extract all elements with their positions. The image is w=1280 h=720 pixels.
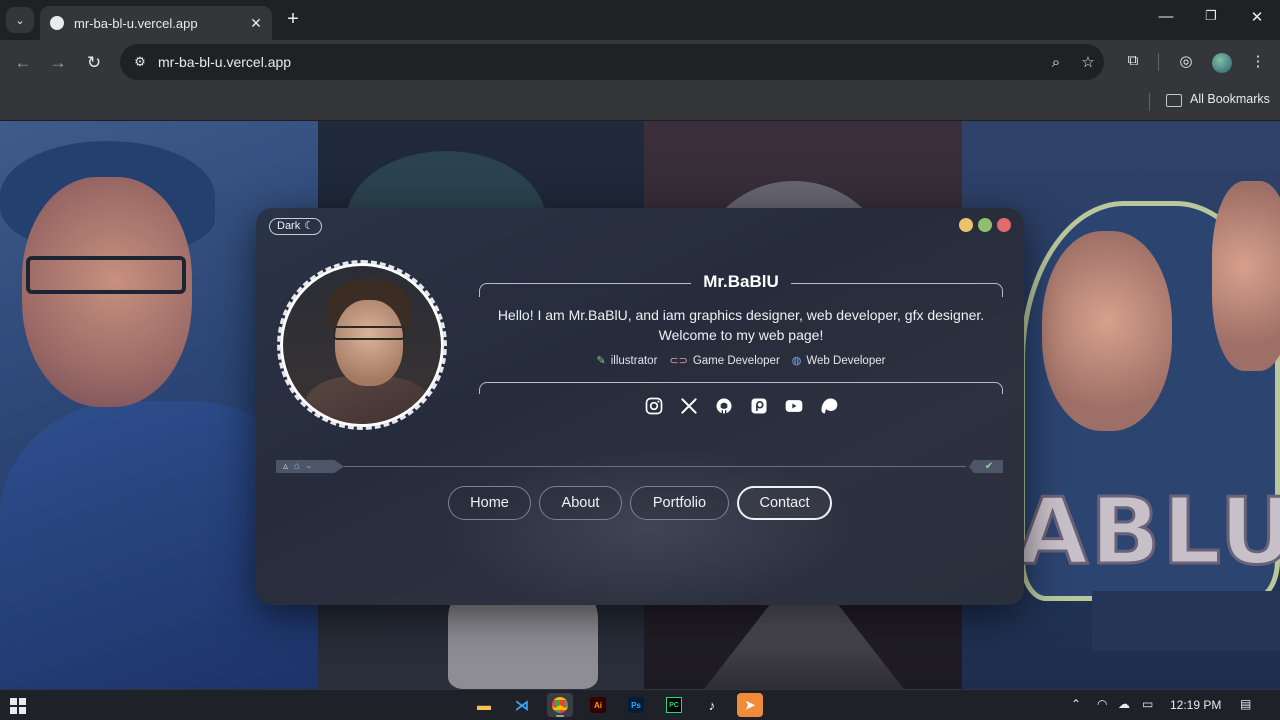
extensions-icon[interactable]: ⧉ bbox=[1121, 52, 1145, 69]
telegram-icon[interactable]: ➤ bbox=[737, 693, 763, 717]
x-icon[interactable] bbox=[679, 396, 699, 416]
chrome-icon[interactable] bbox=[547, 693, 573, 717]
window-dot-green bbox=[978, 218, 992, 232]
terminal-prompt-bar: ▵ ⌂ ~ ✔ bbox=[276, 460, 1003, 473]
home-icon: ⌂ bbox=[294, 461, 301, 472]
tab-title: mr-ba-bl-u.vercel.app bbox=[74, 15, 198, 31]
moon-icon: ☾ bbox=[304, 220, 315, 232]
performance-icon[interactable]: ◎ bbox=[1174, 52, 1198, 70]
window-dot-yellow bbox=[959, 218, 973, 232]
close-tab-icon[interactable]: ✕ bbox=[244, 15, 268, 32]
windows-start-icon[interactable] bbox=[10, 698, 26, 714]
nav-contact-button[interactable]: Contact bbox=[737, 486, 832, 520]
notifications-icon[interactable]: ▤ bbox=[1240, 697, 1251, 711]
prompt-segment-left: ▵ ⌂ ~ bbox=[276, 460, 344, 473]
illustrator-icon[interactable]: Ai bbox=[585, 693, 611, 717]
chevron-down-icon: ⌄ bbox=[15, 14, 25, 27]
theme-toggle-button[interactable]: Dark ☾ bbox=[269, 218, 323, 235]
browser-toolbar: ← → ↻ ⚙ mr-ba-bl-u.vercel.app ⌕ ☆ ⧉ ◎ ⋮ bbox=[0, 40, 1280, 85]
reload-icon[interactable]: ↻ bbox=[81, 50, 107, 76]
nav-portfolio-button[interactable]: Portfolio bbox=[630, 486, 729, 520]
battery-icon[interactable]: ▭ bbox=[1142, 697, 1153, 711]
site-settings-icon[interactable]: ⚙ bbox=[130, 54, 150, 70]
zoom-icon[interactable]: ⌕ bbox=[1040, 54, 1072, 71]
instagram-icon[interactable] bbox=[644, 396, 664, 416]
site-favicon-icon bbox=[50, 16, 64, 30]
social-frame bbox=[479, 382, 1003, 394]
linux-icon: ▵ bbox=[283, 461, 289, 472]
bookmark-star-icon[interactable]: ☆ bbox=[1072, 53, 1104, 71]
nav-about-button[interactable]: About bbox=[539, 486, 622, 520]
tab-search-button[interactable]: ⌄ bbox=[6, 7, 34, 33]
github-icon[interactable] bbox=[714, 396, 734, 416]
address-bar[interactable]: ⚙ mr-ba-bl-u.vercel.app ⌕ ☆ bbox=[120, 44, 1104, 80]
window-dot-red bbox=[997, 218, 1011, 232]
back-icon[interactable]: ← bbox=[10, 50, 36, 76]
bookmarks-bar: All Bookmarks bbox=[0, 85, 1280, 121]
profile-card: Dark ☾ Mr.BaBlU Hello! I am Mr.BaBlU, an… bbox=[256, 208, 1024, 605]
tag-illustrator: ✎ illustrator bbox=[596, 354, 658, 368]
tiktok-icon[interactable]: ♪ bbox=[699, 693, 725, 717]
tag-label: Game Developer bbox=[692, 354, 780, 367]
check-icon: ✔ bbox=[969, 460, 1003, 473]
background-logo-text: ABLU bbox=[1015, 478, 1280, 585]
tag-label: Web Developer bbox=[806, 354, 886, 367]
gamepad-icon: ⊂⊃ bbox=[669, 355, 688, 367]
prompt-path: ~ bbox=[306, 461, 312, 472]
page-background: ABLU Dark ☾ Mr.BaBlU Hello! I am Mr.BaBl… bbox=[0, 121, 1280, 689]
wifi-icon[interactable]: ◠ bbox=[1097, 697, 1107, 711]
pycharm-icon[interactable]: PC bbox=[661, 693, 687, 717]
vscode-icon[interactable]: ⋊ bbox=[509, 693, 535, 717]
social-links bbox=[479, 396, 1003, 416]
brush-icon: ✎ bbox=[596, 355, 606, 367]
tab-strip: ⌄ mr-ba-bl-u.vercel.app ✕ + — ❐ ✕ bbox=[0, 0, 1280, 40]
clock[interactable]: 12:19 PM bbox=[1170, 698, 1221, 712]
avatar bbox=[280, 263, 444, 427]
folder-icon[interactable] bbox=[1166, 94, 1182, 107]
more-menu-icon[interactable]: ⋮ bbox=[1246, 52, 1270, 70]
photoshop-icon[interactable]: Ps bbox=[623, 693, 649, 717]
active-tab[interactable]: mr-ba-bl-u.vercel.app ✕ bbox=[40, 6, 272, 40]
globe-icon: ◍ bbox=[791, 355, 802, 367]
tag-web-developer: ◍ Web Developer bbox=[791, 354, 886, 368]
nav-home-button[interactable]: Home bbox=[448, 486, 531, 520]
new-tab-button[interactable]: + bbox=[282, 8, 304, 30]
patreon-p-icon[interactable] bbox=[819, 396, 839, 416]
bookmarks-divider bbox=[1149, 93, 1150, 111]
theme-label: Dark bbox=[277, 220, 301, 232]
windows-taskbar: ▬ ⋊ Ai Ps PC ♪ ➤ ⌃ ◠ ☁ ▭ 12:19 PM ▤ bbox=[0, 689, 1280, 720]
close-window-icon[interactable]: ✕ bbox=[1242, 8, 1272, 26]
tray-overflow-icon[interactable]: ⌃ bbox=[1071, 697, 1081, 711]
onedrive-icon[interactable]: ☁ bbox=[1118, 697, 1130, 711]
tag-game-developer: ⊂⊃ Game Developer bbox=[669, 354, 780, 368]
profile-name: Mr.BaBlU bbox=[703, 272, 779, 291]
profile-avatar-icon[interactable] bbox=[1212, 53, 1232, 73]
patreon-icon[interactable] bbox=[749, 396, 769, 416]
url-text[interactable]: mr-ba-bl-u.vercel.app bbox=[158, 54, 1040, 70]
restore-icon[interactable]: ❐ bbox=[1196, 8, 1226, 24]
file-explorer-icon[interactable]: ▬ bbox=[471, 693, 497, 717]
youtube-icon[interactable] bbox=[784, 396, 804, 416]
skill-tags: ✎ illustrator ⊂⊃ Game Developer ◍ Web De… bbox=[479, 354, 1003, 368]
main-nav: Home About Portfolio Contact bbox=[448, 486, 832, 520]
minimize-icon[interactable]: — bbox=[1151, 8, 1181, 25]
toolbar-divider bbox=[1158, 53, 1159, 71]
all-bookmarks-link[interactable]: All Bookmarks bbox=[1190, 92, 1270, 106]
profile-bio: Hello! I am Mr.BaBlU, and iam graphics d… bbox=[497, 307, 985, 343]
tag-label: illustrator bbox=[610, 354, 658, 367]
forward-icon[interactable]: → bbox=[45, 50, 71, 76]
